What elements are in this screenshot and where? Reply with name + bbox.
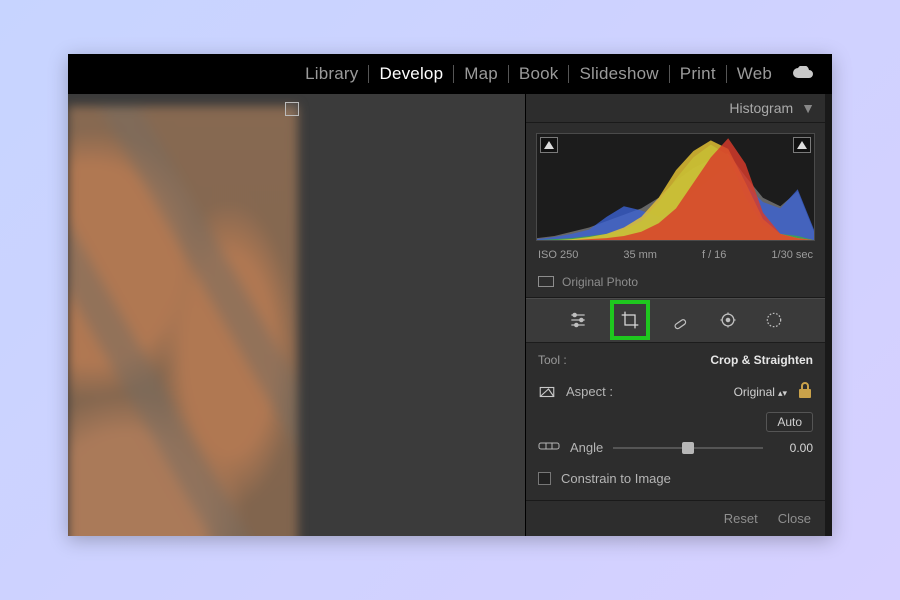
aspect-dropdown[interactable]: Original▴▾ [734, 385, 787, 399]
angle-label: Angle [570, 440, 603, 455]
histogram-header[interactable]: Histogram ▼ [526, 94, 825, 123]
aspect-label: Aspect : [566, 384, 613, 399]
angle-slider[interactable] [613, 441, 763, 455]
collapse-triangle-icon[interactable]: ▼ [801, 100, 815, 116]
exif-iso: ISO 250 [538, 249, 578, 261]
constrain-row[interactable]: Constrain to Image [526, 463, 825, 494]
crop-icon[interactable] [610, 300, 650, 340]
constrain-label: Constrain to Image [561, 471, 671, 486]
constrain-checkbox[interactable] [538, 472, 551, 485]
exif-row: ISO 250 35 mm f / 16 1/30 sec [526, 245, 825, 269]
app-window: Library Develop Map Book Slideshow Print… [68, 54, 832, 536]
crop-handle-icon[interactable] [285, 102, 299, 116]
compare-rect-icon [538, 276, 554, 287]
toolstrip [526, 298, 825, 343]
tool-prefix: Tool : [538, 353, 567, 367]
tab-develop[interactable]: Develop [369, 65, 453, 83]
photo-preview [68, 106, 298, 536]
tool-name: Crop & Straighten [710, 353, 813, 367]
radial-icon[interactable] [760, 306, 788, 334]
redeye-icon[interactable] [714, 306, 742, 334]
reset-button[interactable]: Reset [724, 511, 758, 526]
aspect-icon[interactable] [538, 383, 556, 401]
tool-title-row: Tool : Crop & Straighten [526, 343, 825, 373]
close-button[interactable]: Close [778, 511, 811, 526]
tool-footer: Reset Close [526, 500, 825, 536]
right-scrollbar[interactable] [825, 94, 832, 536]
lock-icon[interactable] [797, 381, 813, 402]
histogram-title: Histogram [729, 100, 793, 116]
tab-library[interactable]: Library [295, 65, 368, 83]
histogram-svg [537, 134, 814, 240]
module-bar: Library Develop Map Book Slideshow Print… [68, 54, 832, 94]
tab-print[interactable]: Print [670, 65, 726, 83]
angle-row: Angle 0.00 [526, 432, 825, 463]
tab-map[interactable]: Map [454, 65, 508, 83]
adjust-sliders-icon[interactable] [564, 306, 592, 334]
tab-book[interactable]: Book [509, 65, 569, 83]
tab-slideshow[interactable]: Slideshow [569, 65, 668, 83]
original-toggle[interactable]: Original Photo [526, 269, 825, 298]
cloud-sync-icon[interactable] [792, 66, 814, 83]
right-panel: Histogram ▼ ISO 250 35 mm f / 16 1/30 se [525, 94, 825, 536]
auto-row: Auto [526, 410, 825, 432]
exif-shutter: 1/30 sec [771, 249, 813, 261]
canvas-area[interactable] [68, 94, 525, 536]
histogram-chart[interactable] [536, 133, 815, 241]
exif-aperture: f / 16 [702, 249, 726, 261]
exif-focal: 35 mm [623, 249, 657, 261]
level-icon[interactable] [538, 440, 560, 455]
angle-value[interactable]: 0.00 [773, 441, 813, 455]
tab-web[interactable]: Web [727, 65, 782, 83]
aspect-row: Aspect : Original▴▾ [526, 373, 825, 410]
heal-brush-icon[interactable] [668, 306, 696, 334]
auto-button[interactable]: Auto [766, 412, 813, 432]
original-label: Original Photo [562, 275, 638, 289]
